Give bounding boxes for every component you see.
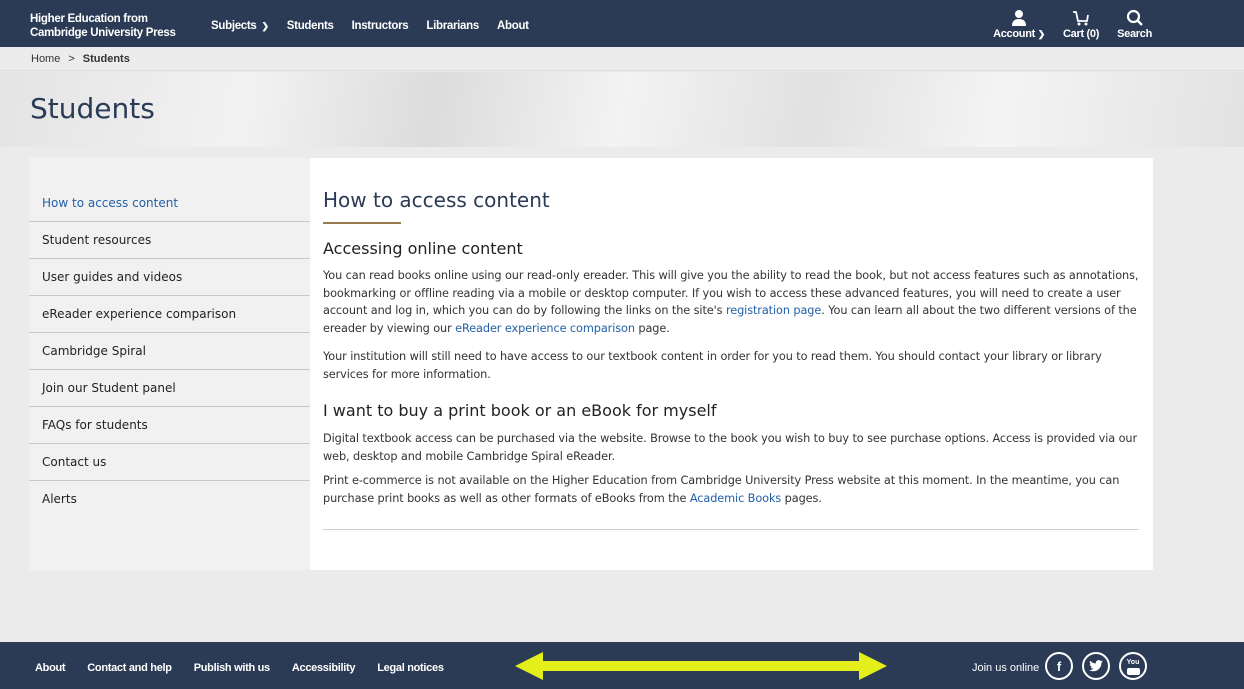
- footer-links: About Contact and help Publish with us A…: [35, 662, 444, 674]
- footer-link-legal[interactable]: Legal notices: [377, 662, 444, 674]
- nav-subjects-label: Subjects: [211, 20, 257, 32]
- cart-icon: [1073, 11, 1089, 26]
- academic-books-link[interactable]: Academic Books: [690, 492, 781, 505]
- sidebar: How to access content Student resources …: [29, 158, 310, 570]
- content-divider: [323, 529, 1139, 530]
- sidebar-item-alerts[interactable]: Alerts: [29, 481, 310, 518]
- join-us-label: Join us online: [972, 662, 1040, 674]
- sidebar-item-student-resources[interactable]: Student resources: [29, 222, 310, 259]
- search-icon: [1126, 9, 1143, 26]
- ereader-comparison-link[interactable]: eReader experience comparison: [455, 322, 635, 335]
- footer: About Contact and help Publish with us A…: [0, 642, 1244, 689]
- registration-page-link[interactable]: registration page: [726, 304, 821, 317]
- cart-button[interactable]: Cart (0): [1063, 9, 1099, 40]
- sidebar-item-ereader-comparison[interactable]: eReader experience comparison: [29, 296, 310, 333]
- paragraph-accessing-online: You can read books online using our read…: [323, 267, 1139, 337]
- footer-link-publish[interactable]: Publish with us: [194, 662, 270, 674]
- nav-subjects[interactable]: Subjects ❯: [211, 20, 269, 32]
- top-navigation-bar: Higher Education from Cambridge Universi…: [0, 0, 1244, 47]
- breadcrumb-separator: >: [68, 53, 75, 65]
- nav-students[interactable]: Students: [287, 20, 334, 32]
- double-arrow-annotation: [515, 652, 887, 680]
- p4-text-b: pages.: [781, 491, 822, 505]
- section-heading-accessing-online: Accessing online content: [323, 239, 523, 258]
- section-heading-buy-print: I want to buy a print book or an eBook f…: [323, 401, 717, 420]
- sidebar-item-student-panel[interactable]: Join our Student panel: [29, 370, 310, 407]
- account-label: Account: [993, 28, 1035, 40]
- facebook-icon[interactable]: f: [1045, 652, 1073, 680]
- sidebar-item-how-to-access-content[interactable]: How to access content: [29, 185, 310, 222]
- breadcrumb: Home > Students: [31, 53, 130, 65]
- nav-about[interactable]: About: [497, 20, 529, 32]
- sidebar-item-faqs[interactable]: FAQs for students: [29, 407, 310, 444]
- twitter-icon[interactable]: [1082, 652, 1110, 680]
- p1-text-c: page.: [634, 321, 670, 335]
- chevron-down-icon: ❯: [261, 21, 270, 31]
- youtube-text: You: [1126, 658, 1140, 666]
- page-hero: Students: [0, 72, 1244, 147]
- footer-link-contact-help[interactable]: Contact and help: [87, 662, 172, 674]
- account-button[interactable]: Account ❯: [993, 9, 1045, 40]
- nav-librarians[interactable]: Librarians: [426, 20, 479, 32]
- site-logo-link[interactable]: Higher Education from Cambridge Universi…: [30, 12, 176, 40]
- brand-line-2: Cambridge University Press: [30, 27, 176, 39]
- sidebar-menu: How to access content Student resources …: [29, 185, 310, 518]
- nav-instructors[interactable]: Instructors: [352, 20, 409, 32]
- user-icon: [1012, 10, 1027, 26]
- sidebar-item-contact-us[interactable]: Contact us: [29, 444, 310, 481]
- chevron-down-icon: ❯: [1037, 29, 1046, 39]
- paragraph-institution: Your institution will still need to have…: [323, 350, 1102, 381]
- sidebar-item-cambridge-spiral[interactable]: Cambridge Spiral: [29, 333, 310, 370]
- main-nav: Subjects ❯ Students Instructors Librarian…: [211, 20, 529, 32]
- paragraph-digital-access: Digital textbook access can be purchased…: [323, 432, 1138, 463]
- search-label: Search: [1117, 28, 1152, 40]
- sidebar-item-user-guides[interactable]: User guides and videos: [29, 259, 310, 296]
- page-title: Students: [30, 92, 155, 125]
- breadcrumb-home[interactable]: Home: [31, 53, 60, 65]
- breadcrumb-current: Students: [82, 53, 130, 65]
- main-card: How to access content Student resources …: [29, 158, 1153, 570]
- brand-line-1: Higher Education from: [30, 13, 148, 25]
- content-title: How to access content: [323, 188, 550, 212]
- cart-label: Cart (0): [1063, 28, 1100, 40]
- title-underline: [323, 222, 401, 224]
- youtube-icon[interactable]: You: [1119, 652, 1147, 680]
- breadcrumb-bar: Home > Students: [0, 47, 1244, 71]
- social-links: f You: [1045, 652, 1147, 680]
- footer-link-accessibility[interactable]: Accessibility: [292, 662, 356, 674]
- paragraph-print-ecommerce: Print e-commerce is not available on the…: [323, 472, 1139, 507]
- utility-nav: Account ❯ Cart (0) Search: [993, 9, 1152, 40]
- footer-link-about[interactable]: About: [35, 662, 66, 674]
- search-button[interactable]: Search: [1117, 9, 1152, 40]
